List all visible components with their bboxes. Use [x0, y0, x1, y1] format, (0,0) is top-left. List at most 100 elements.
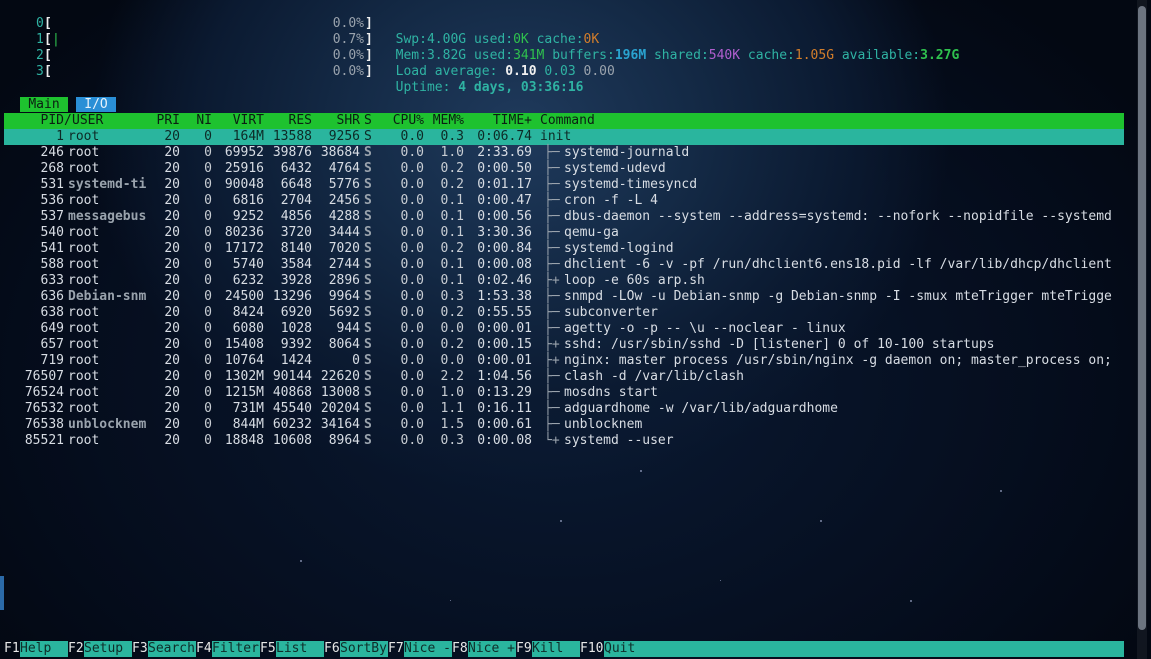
table-row[interactable]: 638 root 20 0 8424 6920 5692 S 0.0 0.2 0:55.55 ├─ su… — [4, 305, 1124, 321]
cell-pri: 20 — [164, 225, 180, 240]
cpu-id: 1 — [36, 32, 44, 47]
table-row[interactable]: 85521 root 20 0 18848 10608 8964 S 0.0 0.3 0:00.08… — [4, 433, 1124, 449]
column-state[interactable]: S — [364, 113, 372, 129]
fkey-f1[interactable]: F1 — [4, 641, 20, 657]
fkey-label-filter[interactable]: Filter — [212, 641, 260, 657]
cell-ni: 0 — [204, 177, 212, 192]
table-row[interactable]: 541 root 20 0 17172 8140 7020 S 0.0 0.2 0:00.84 ├─ s… — [4, 241, 1124, 257]
cell-time: 0:00.08 — [477, 433, 532, 448]
column-command[interactable]: Command — [540, 113, 595, 129]
cpu-bar-close: ] — [365, 64, 373, 79]
cell-shr: 5692 — [328, 305, 360, 320]
cell-command: clash -d /var/lib/clash — [564, 369, 745, 384]
cell-pid: 531 — [40, 177, 64, 192]
cell-user: root — [68, 145, 100, 160]
cell-time: 0:00.47 — [477, 193, 532, 208]
tab-io[interactable]: I/O — [76, 97, 116, 112]
cpu-percent: 0.0% — [332, 64, 364, 79]
table-row-selected[interactable]: 1 root 20 0 164M 13588 9256 S 0.0 0.3 0:06.74 init — [4, 129, 1124, 145]
cell-shr: 4764 — [328, 161, 360, 176]
fkey-label-list[interactable]: List — [276, 641, 324, 657]
fkey-label-sortby[interactable]: SortBy — [340, 641, 388, 657]
fkey-label-setup[interactable]: Setup — [84, 641, 132, 657]
fkey-f4[interactable]: F4 — [196, 641, 212, 657]
cell-shr: 9964 — [328, 289, 360, 304]
cell-s: S — [364, 241, 372, 256]
fkey-f6[interactable]: F6 — [324, 641, 340, 657]
column-cpu[interactable]: CPU% — [376, 113, 424, 129]
cell-s: S — [364, 417, 372, 432]
cell-pid: 649 — [40, 321, 64, 336]
fkey-f9[interactable]: F9 — [516, 641, 532, 657]
cell-res: 2704 — [280, 193, 312, 208]
table-row[interactable]: 76507 root 20 0 1302M 90144 22620 S 0.0 2.2 1:04.5… — [4, 369, 1124, 385]
terminal-scrollbar-thumb[interactable] — [1138, 6, 1146, 630]
table-row[interactable]: 657 root 20 0 15408 9392 8064 S 0.0 0.2 0:00.15 ├+ s… — [4, 337, 1124, 353]
cell-ni: 0 — [204, 305, 212, 320]
cell-ni: 0 — [204, 321, 212, 336]
fkey-label-quit[interactable]: Quit — [604, 641, 1124, 657]
column-shr[interactable]: SHR — [312, 113, 360, 129]
cell-mem: 0.1 — [440, 193, 464, 208]
cell-ni: 0 — [204, 273, 212, 288]
cell-time: 0:13.29 — [477, 385, 532, 400]
cell-res: 13588 — [272, 129, 312, 144]
table-row[interactable]: 531 systemd-ti 20 0 90048 6648 5776 S 0.0 0.2 0:01… — [4, 177, 1124, 193]
table-row[interactable]: 76532 root 20 0 731M 45540 20204 S 0.0 1.1 0:16.11… — [4, 401, 1124, 417]
table-row[interactable]: 588 root 20 0 5740 3584 2744 S 0.0 0.1 0:00.08 ├─ dh… — [4, 257, 1124, 273]
cell-res: 6920 — [280, 305, 312, 320]
cell-virt: 25916 — [224, 161, 264, 176]
cell-cpu: 0.0 — [400, 305, 424, 320]
column-pid[interactable]: PID — [4, 113, 64, 129]
table-row[interactable]: 536 root 20 0 6816 2704 2456 S 0.0 0.1 0:00.47 ├─ cr… — [4, 193, 1124, 209]
cell-cpu: 0.0 — [400, 385, 424, 400]
fkey-f2[interactable]: F2 — [68, 641, 84, 657]
cell-res: 3720 — [280, 225, 312, 240]
cell-user: root — [68, 193, 100, 208]
cell-time: 0:16.11 — [477, 401, 532, 416]
fkey-f8[interactable]: F8 — [452, 641, 468, 657]
cell-pid: 636 — [40, 289, 64, 304]
mem-available: 3.27G — [920, 48, 960, 63]
cell-cpu: 0.0 — [400, 225, 424, 240]
cell-res: 60232 — [272, 417, 312, 432]
cell-user: root — [68, 273, 100, 288]
cell-ni: 0 — [204, 401, 212, 416]
fkey-label-nice[interactable]: Nice - — [404, 641, 452, 657]
cell-time: 2:33.69 — [477, 145, 532, 160]
column-res[interactable]: RES — [264, 113, 312, 129]
fkey-label-search[interactable]: Search — [148, 641, 196, 657]
table-row[interactable]: 246 root 20 0 69952 39876 38684 S 0.0 1.0 2:33.69 ├… — [4, 145, 1124, 161]
fkey-f10[interactable]: F10 — [580, 641, 603, 657]
fkey-label-help[interactable]: Help — [20, 641, 68, 657]
table-row[interactable]: 76524 root 20 0 1215M 40868 13008 S 0.0 1.0 0:13.2… — [4, 385, 1124, 401]
fkey-label-kill[interactable]: Kill — [532, 641, 580, 657]
fkey-f7[interactable]: F7 — [388, 641, 404, 657]
table-row[interactable]: 540 root 20 0 80236 3720 3444 S 0.0 0.1 3:30.36 ├─ q… — [4, 225, 1124, 241]
table-row[interactable]: 649 root 20 0 6080 1028 944 S 0.0 0.0 0:00.01 ├─ age… — [4, 321, 1124, 337]
column-pri[interactable]: PRI — [134, 113, 180, 129]
column-mem[interactable]: MEM% — [424, 113, 464, 129]
cell-pri: 20 — [164, 257, 180, 272]
fkey-f5[interactable]: F5 — [260, 641, 276, 657]
fkey-f3[interactable]: F3 — [132, 641, 148, 657]
table-row[interactable]: 719 root 20 0 10764 1424 0 S 0.0 0.0 0:00.01 ├+ ngin… — [4, 353, 1124, 369]
table-row[interactable]: 636 Debian-snm 20 0 24500 13296 9964 S 0.0 0.3 1:5… — [4, 289, 1124, 305]
tab-main[interactable]: Main — [20, 97, 68, 112]
column-user[interactable]: USER — [72, 113, 103, 129]
column-virt[interactable]: VIRT — [212, 113, 264, 129]
table-row[interactable]: 537 messagebus 20 0 9252 4856 4288 S 0.0 0.1 0:00.… — [4, 209, 1124, 225]
table-row[interactable]: 633 root 20 0 6232 3928 2896 S 0.0 0.1 0:02.46 ├+ lo… — [4, 273, 1124, 289]
table-row[interactable]: 76538 unblocknem 20 0 844M 60232 34164 S 0.0 1.5 0… — [4, 417, 1124, 433]
column-time[interactable]: TIME+ — [464, 113, 532, 129]
column-ni[interactable]: NI — [180, 113, 212, 129]
cell-virt: 9252 — [232, 209, 264, 224]
cell-s: S — [364, 305, 372, 320]
cell-virt: 5740 — [232, 257, 264, 272]
cell-user: root — [68, 401, 100, 416]
cell-time: 0:00.01 — [477, 353, 532, 368]
mem-available-label: available: — [841, 48, 921, 63]
table-row[interactable]: 268 root 20 0 25916 6432 4764 S 0.0 0.2 0:00.50 ├─ s… — [4, 161, 1124, 177]
fkey-label-nice[interactable]: Nice + — [468, 641, 516, 657]
cell-shr: 2896 — [328, 273, 360, 288]
